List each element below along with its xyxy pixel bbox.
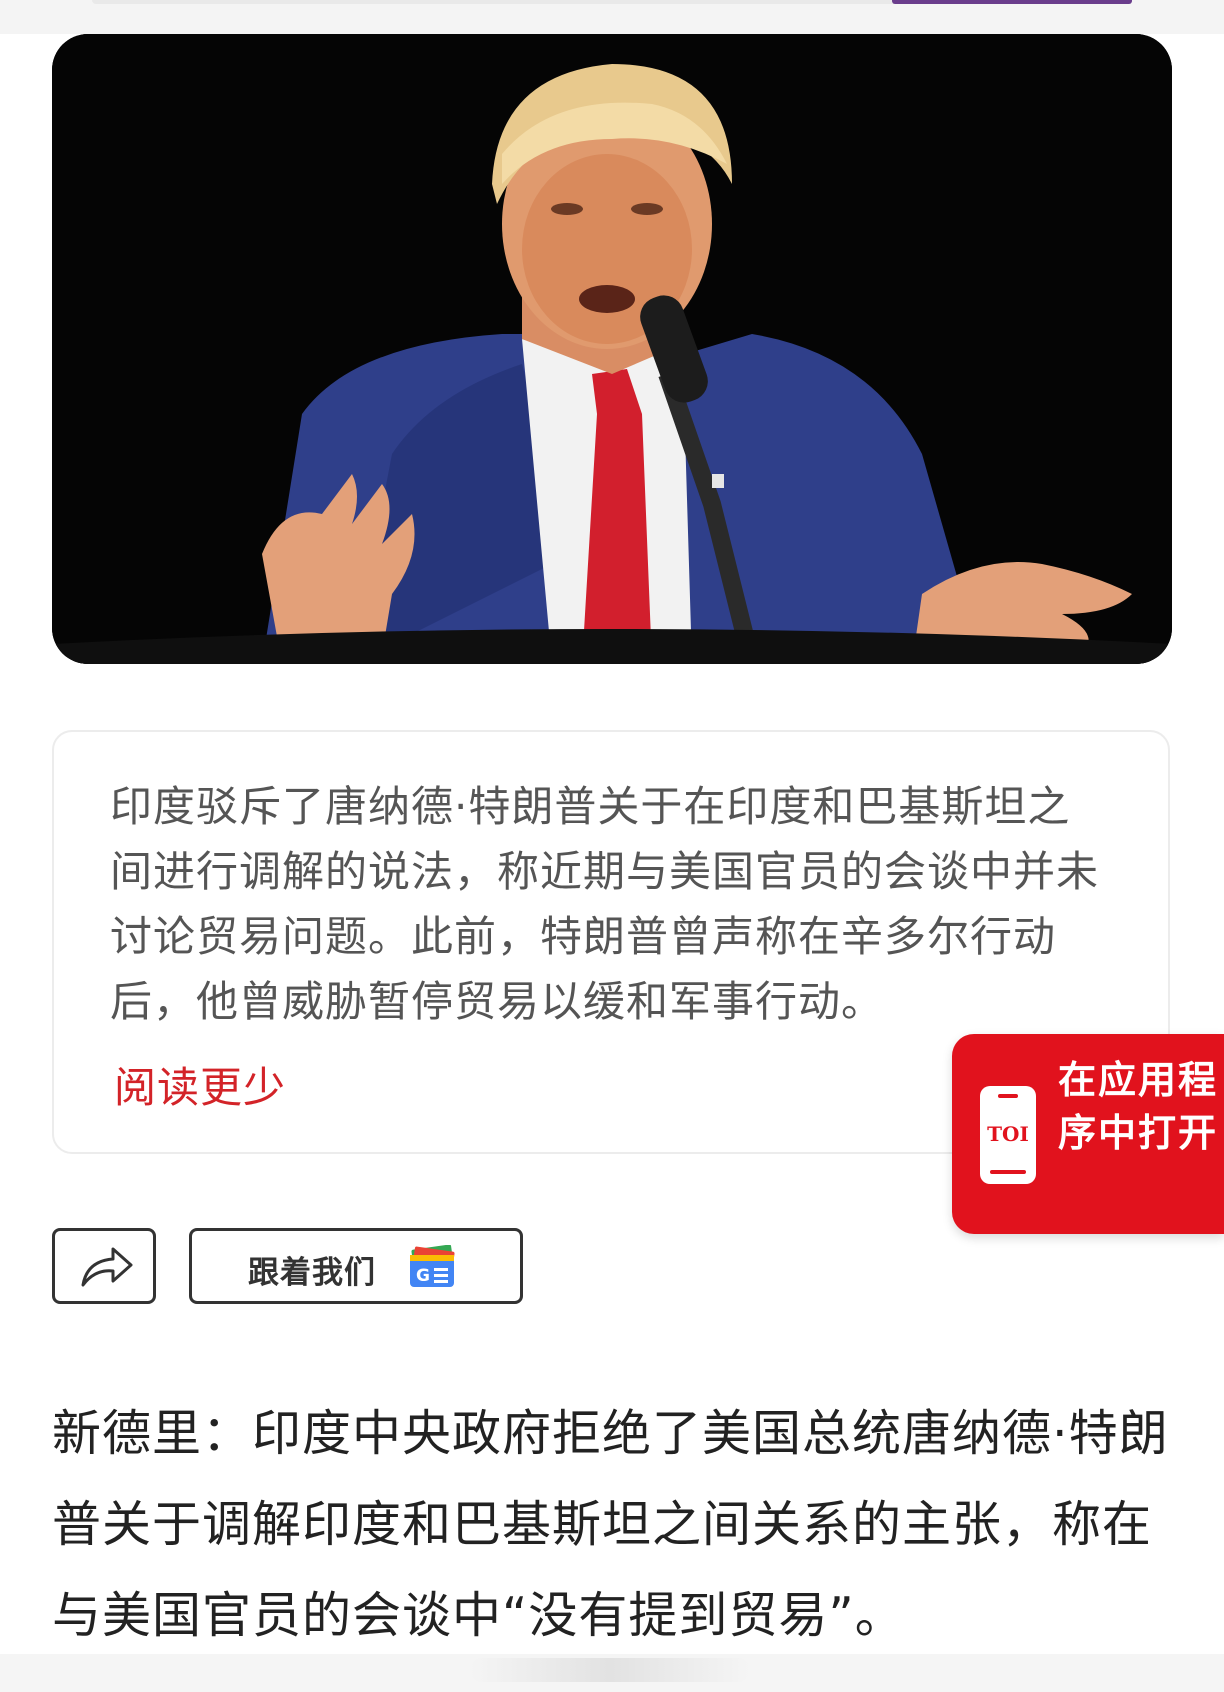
- svg-text:G: G: [416, 1266, 430, 1286]
- follow-us-button[interactable]: 跟着我们 G: [189, 1228, 523, 1304]
- article-page: 印度驳斥了唐纳德·特朗普关于在印度和巴基斯坦之间进行调解的说法，称近期与美国官员…: [0, 0, 1224, 1692]
- follow-us-label: 跟着我们: [248, 1255, 376, 1291]
- google-news-icon: G: [410, 1245, 455, 1287]
- top-accent-bar: [892, 0, 1132, 4]
- bottom-fade: [470, 1658, 750, 1682]
- top-strip: [0, 0, 1224, 34]
- open-in-app-label: 在应用程序中打开: [1058, 1058, 1219, 1155]
- share-button[interactable]: [52, 1228, 156, 1304]
- share-arrow-icon: [81, 1247, 133, 1287]
- speaker-at-microphone-photo: [52, 34, 1172, 664]
- bottom-scroll-hint: [0, 1654, 1224, 1692]
- phone-notch: [998, 1094, 1018, 1098]
- open-in-app-button[interactable]: TOI 在应用程序中打开: [952, 1034, 1224, 1234]
- toi-logo: TOI: [987, 1122, 1029, 1146]
- read-less-link[interactable]: 阅读更少: [114, 1054, 286, 1115]
- hero-image: [52, 34, 1172, 664]
- article-body: 新德里：印度中央政府拒绝了美国总统唐纳德·特朗普关于调解印度和巴基斯坦之间关系的…: [52, 1405, 1169, 1644]
- phone-home-bar: [990, 1170, 1026, 1174]
- summary-text: 印度驳斥了唐纳德·特朗普关于在印度和巴基斯坦之间进行调解的说法，称近期与美国官员…: [110, 782, 1100, 1026]
- phone-icon: TOI: [980, 1086, 1036, 1184]
